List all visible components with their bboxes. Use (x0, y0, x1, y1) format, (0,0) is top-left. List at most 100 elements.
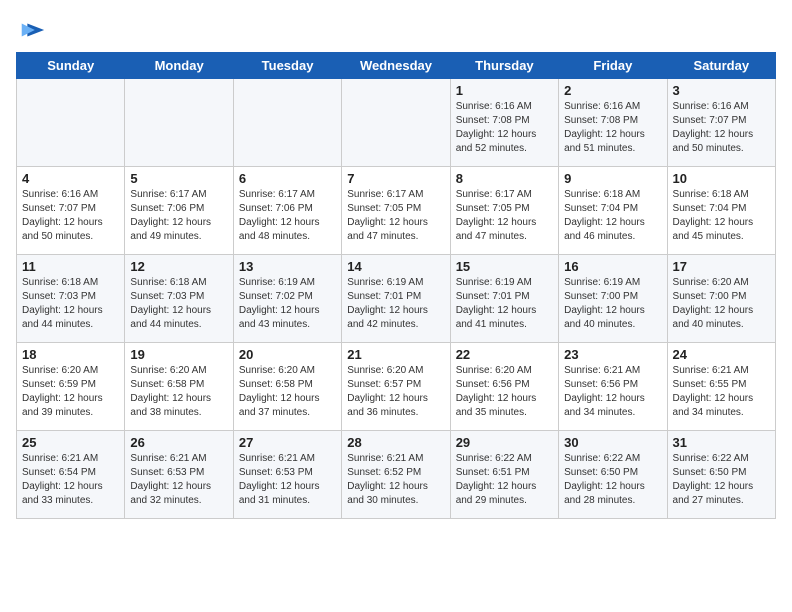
day-info: Sunrise: 6:17 AM Sunset: 7:06 PM Dayligh… (239, 188, 336, 244)
day-cell: 20 Sunrise: 6:20 AM Sunset: 6:58 PM Dayli… (233, 343, 341, 431)
day-cell: 8 Sunrise: 6:17 AM Sunset: 7:05 PM Daylig… (450, 167, 558, 255)
day-number: 28 (347, 435, 444, 450)
day-cell: 19 Sunrise: 6:20 AM Sunset: 6:58 PM Dayli… (125, 343, 233, 431)
week-row-2: 4 Sunrise: 6:16 AM Sunset: 7:07 PM Daylig… (17, 167, 776, 255)
day-info: Sunrise: 6:17 AM Sunset: 7:05 PM Dayligh… (456, 188, 553, 244)
day-cell: 11 Sunrise: 6:18 AM Sunset: 7:03 PM Dayli… (17, 255, 125, 343)
page-header (16, 16, 776, 44)
day-cell (17, 79, 125, 167)
day-info: Sunrise: 6:19 AM Sunset: 7:00 PM Dayligh… (564, 276, 661, 332)
day-info: Sunrise: 6:16 AM Sunset: 7:08 PM Dayligh… (564, 100, 661, 156)
day-number: 3 (673, 83, 770, 98)
day-cell: 28 Sunrise: 6:21 AM Sunset: 6:52 PM Dayli… (342, 431, 450, 519)
day-cell: 4 Sunrise: 6:16 AM Sunset: 7:07 PM Daylig… (17, 167, 125, 255)
day-info: Sunrise: 6:19 AM Sunset: 7:01 PM Dayligh… (456, 276, 553, 332)
col-sunday: Sunday (17, 53, 125, 79)
day-info: Sunrise: 6:21 AM Sunset: 6:53 PM Dayligh… (239, 452, 336, 508)
day-cell: 13 Sunrise: 6:19 AM Sunset: 7:02 PM Dayli… (233, 255, 341, 343)
day-cell (342, 79, 450, 167)
day-cell: 25 Sunrise: 6:21 AM Sunset: 6:54 PM Dayli… (17, 431, 125, 519)
col-saturday: Saturday (667, 53, 775, 79)
day-cell: 26 Sunrise: 6:21 AM Sunset: 6:53 PM Dayli… (125, 431, 233, 519)
day-number: 25 (22, 435, 119, 450)
col-friday: Friday (559, 53, 667, 79)
day-number: 20 (239, 347, 336, 362)
day-cell: 30 Sunrise: 6:22 AM Sunset: 6:50 PM Dayli… (559, 431, 667, 519)
day-cell: 7 Sunrise: 6:17 AM Sunset: 7:05 PM Daylig… (342, 167, 450, 255)
day-number: 24 (673, 347, 770, 362)
week-row-4: 18Sunrise: 6:20 AM Sunset: 6:59 PM Dayli… (17, 343, 776, 431)
day-number: 6 (239, 171, 336, 186)
day-number: 26 (130, 435, 227, 450)
day-number: 10 (673, 171, 770, 186)
day-cell: 23 Sunrise: 6:21 AM Sunset: 6:56 PM Dayli… (559, 343, 667, 431)
day-cell: 5Sunrise: 6:17 AM Sunset: 7:06 PM Daylig… (125, 167, 233, 255)
day-number: 27 (239, 435, 336, 450)
day-info: Sunrise: 6:22 AM Sunset: 6:50 PM Dayligh… (673, 452, 770, 508)
header-row: Sunday Monday Tuesday Wednesday Thursday… (17, 53, 776, 79)
day-cell: 6 Sunrise: 6:17 AM Sunset: 7:06 PM Daylig… (233, 167, 341, 255)
day-number: 31 (673, 435, 770, 450)
day-info: Sunrise: 6:22 AM Sunset: 6:51 PM Dayligh… (456, 452, 553, 508)
day-cell: 21Sunrise: 6:20 AM Sunset: 6:57 PM Dayli… (342, 343, 450, 431)
day-cell: 9Sunrise: 6:18 AM Sunset: 7:04 PM Daylig… (559, 167, 667, 255)
day-cell: 14 Sunrise: 6:19 AM Sunset: 7:01 PM Dayli… (342, 255, 450, 343)
day-cell (125, 79, 233, 167)
day-cell: 29Sunrise: 6:22 AM Sunset: 6:51 PM Dayli… (450, 431, 558, 519)
week-row-3: 11 Sunrise: 6:18 AM Sunset: 7:03 PM Dayli… (17, 255, 776, 343)
day-info: Sunrise: 6:18 AM Sunset: 7:04 PM Dayligh… (673, 188, 770, 244)
day-cell: 27 Sunrise: 6:21 AM Sunset: 6:53 PM Dayli… (233, 431, 341, 519)
day-info: Sunrise: 6:20 AM Sunset: 7:00 PM Dayligh… (673, 276, 770, 332)
day-number: 4 (22, 171, 119, 186)
day-number: 8 (456, 171, 553, 186)
day-cell: 15Sunrise: 6:19 AM Sunset: 7:01 PM Dayli… (450, 255, 558, 343)
day-number: 30 (564, 435, 661, 450)
day-number: 1 (456, 83, 553, 98)
day-info: Sunrise: 6:16 AM Sunset: 7:08 PM Dayligh… (456, 100, 553, 156)
day-info: Sunrise: 6:16 AM Sunset: 7:07 PM Dayligh… (673, 100, 770, 156)
day-cell: 31 Sunrise: 6:22 AM Sunset: 6:50 PM Dayli… (667, 431, 775, 519)
logo-icon (18, 16, 46, 44)
day-cell: 12Sunrise: 6:18 AM Sunset: 7:03 PM Dayli… (125, 255, 233, 343)
calendar-table: Sunday Monday Tuesday Wednesday Thursday… (16, 52, 776, 519)
day-info: Sunrise: 6:21 AM Sunset: 6:52 PM Dayligh… (347, 452, 444, 508)
day-info: Sunrise: 6:18 AM Sunset: 7:03 PM Dayligh… (22, 276, 119, 332)
day-number: 19 (130, 347, 227, 362)
day-cell: 24 Sunrise: 6:21 AM Sunset: 6:55 PM Dayli… (667, 343, 775, 431)
day-cell: 2 Sunrise: 6:16 AM Sunset: 7:08 PM Daylig… (559, 79, 667, 167)
day-number: 13 (239, 259, 336, 274)
day-info: Sunrise: 6:21 AM Sunset: 6:54 PM Dayligh… (22, 452, 119, 508)
day-info: Sunrise: 6:20 AM Sunset: 6:58 PM Dayligh… (239, 364, 336, 420)
col-wednesday: Wednesday (342, 53, 450, 79)
day-info: Sunrise: 6:19 AM Sunset: 7:01 PM Dayligh… (347, 276, 444, 332)
day-info: Sunrise: 6:17 AM Sunset: 7:05 PM Dayligh… (347, 188, 444, 244)
col-monday: Monday (125, 53, 233, 79)
day-info: Sunrise: 6:21 AM Sunset: 6:53 PM Dayligh… (130, 452, 227, 508)
day-info: Sunrise: 6:16 AM Sunset: 7:07 PM Dayligh… (22, 188, 119, 244)
day-number: 17 (673, 259, 770, 274)
day-number: 16 (564, 259, 661, 274)
day-cell: 3 Sunrise: 6:16 AM Sunset: 7:07 PM Daylig… (667, 79, 775, 167)
day-number: 7 (347, 171, 444, 186)
day-number: 2 (564, 83, 661, 98)
day-info: Sunrise: 6:20 AM Sunset: 6:56 PM Dayligh… (456, 364, 553, 420)
day-info: Sunrise: 6:19 AM Sunset: 7:02 PM Dayligh… (239, 276, 336, 332)
day-number: 12 (130, 259, 227, 274)
col-tuesday: Tuesday (233, 53, 341, 79)
day-number: 9 (564, 171, 661, 186)
week-row-5: 25 Sunrise: 6:21 AM Sunset: 6:54 PM Dayli… (17, 431, 776, 519)
day-cell: 16 Sunrise: 6:19 AM Sunset: 7:00 PM Dayli… (559, 255, 667, 343)
day-info: Sunrise: 6:21 AM Sunset: 6:56 PM Dayligh… (564, 364, 661, 420)
week-row-1: 1 Sunrise: 6:16 AM Sunset: 7:08 PM Daylig… (17, 79, 776, 167)
col-thursday: Thursday (450, 53, 558, 79)
day-number: 22 (456, 347, 553, 362)
day-info: Sunrise: 6:21 AM Sunset: 6:55 PM Dayligh… (673, 364, 770, 420)
day-number: 14 (347, 259, 444, 274)
day-cell: 1 Sunrise: 6:16 AM Sunset: 7:08 PM Daylig… (450, 79, 558, 167)
day-number: 11 (22, 259, 119, 274)
day-info: Sunrise: 6:22 AM Sunset: 6:50 PM Dayligh… (564, 452, 661, 508)
day-cell: 17 Sunrise: 6:20 AM Sunset: 7:00 PM Dayli… (667, 255, 775, 343)
day-info: Sunrise: 6:20 AM Sunset: 6:58 PM Dayligh… (130, 364, 227, 420)
day-number: 23 (564, 347, 661, 362)
day-info: Sunrise: 6:20 AM Sunset: 6:59 PM Dayligh… (22, 364, 119, 420)
